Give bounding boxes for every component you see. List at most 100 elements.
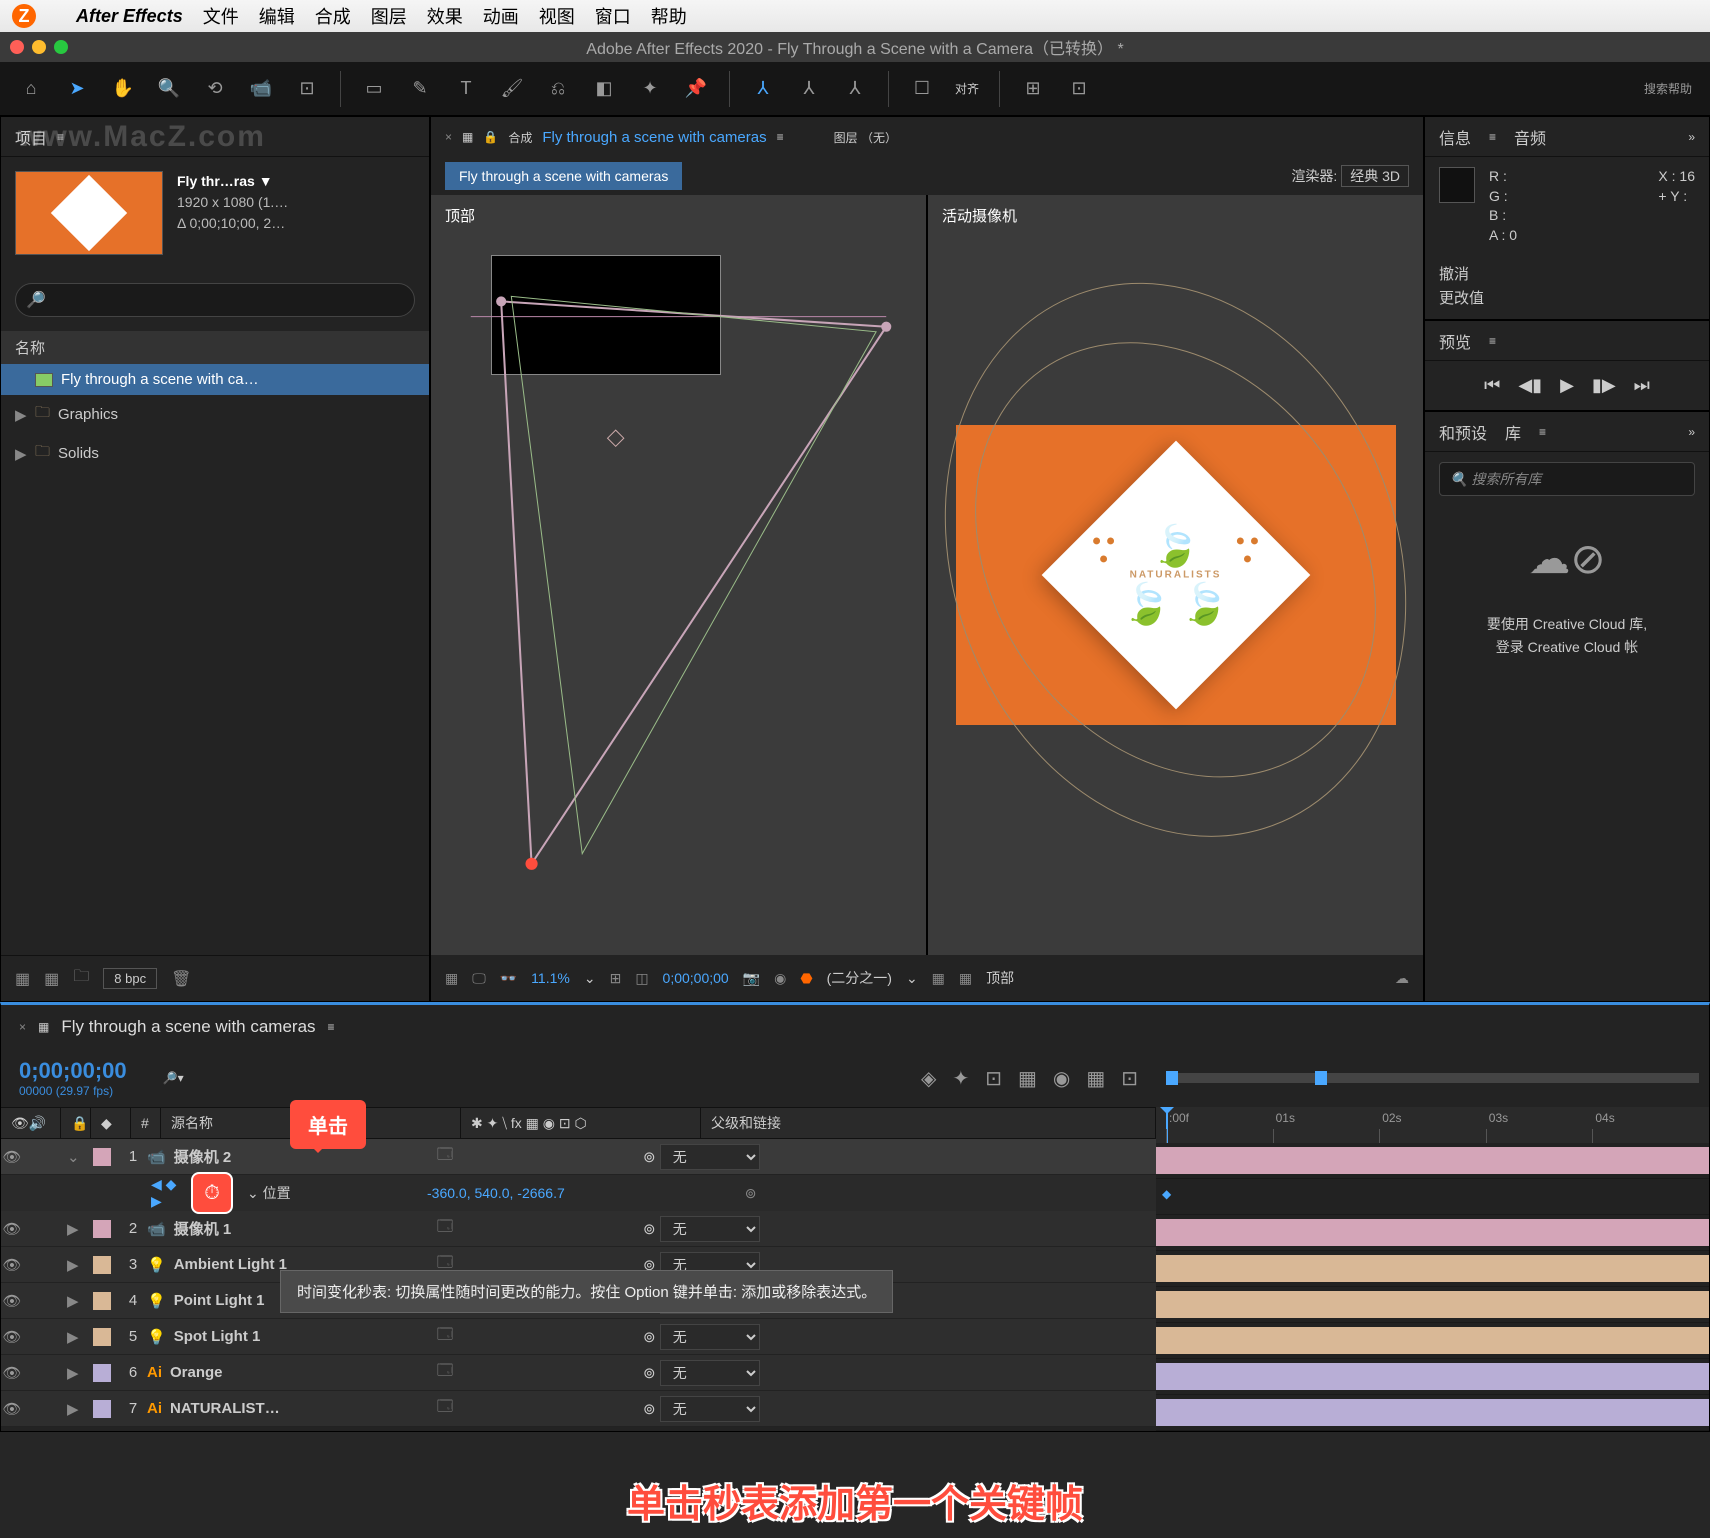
bpc-button[interactable]: 8 bpc bbox=[103, 968, 157, 989]
resolution-dropdown[interactable]: (二分之一) bbox=[827, 968, 892, 988]
layer-name[interactable]: Spot Light 1 bbox=[174, 1328, 261, 1345]
menu-file[interactable]: 文件 bbox=[203, 3, 239, 29]
pickwhip-icon[interactable]: ⊚ bbox=[643, 1329, 656, 1346]
axis-view-icon[interactable]: ⅄ bbox=[842, 76, 868, 102]
prev-frame-icon[interactable]: ◀▮ bbox=[1518, 375, 1542, 396]
visibility-toggle[interactable]: 👁 bbox=[1, 1148, 23, 1166]
minimize-window-icon[interactable] bbox=[32, 40, 46, 54]
comp-name[interactable]: Fly thr…ras ▼ bbox=[177, 171, 288, 192]
visibility-toggle[interactable]: 👁 bbox=[1, 1256, 23, 1274]
layer-bar[interactable] bbox=[1156, 1255, 1709, 1282]
panel-menu-icon[interactable]: ≡ bbox=[1489, 334, 1496, 348]
layer-bar[interactable] bbox=[1156, 1399, 1709, 1426]
layer-bar[interactable] bbox=[1156, 1147, 1709, 1174]
col-name-header[interactable]: 名称 bbox=[1, 331, 429, 364]
workspace-icon[interactable]: ⊞ bbox=[1020, 76, 1046, 102]
layer-row[interactable]: 👁⌄1📹摄像机 2🗔⊚ 无 bbox=[1, 1139, 1156, 1175]
layer-name[interactable]: Orange bbox=[170, 1364, 223, 1381]
graph-editor-icon[interactable]: ▦ bbox=[1086, 1066, 1105, 1091]
3d-glasses-icon[interactable]: 👓 bbox=[500, 970, 517, 987]
snapshot-icon[interactable]: 📷 bbox=[743, 970, 760, 987]
guides-icon[interactable]: ◫ bbox=[635, 970, 648, 987]
menu-window[interactable]: 窗口 bbox=[595, 3, 631, 29]
twirl-icon[interactable]: ▶ bbox=[67, 1364, 85, 1382]
visibility-toggle[interactable]: 👁 bbox=[1, 1364, 23, 1382]
cloud-sync-icon[interactable]: ☁ bbox=[1395, 970, 1409, 987]
axis-local-icon[interactable]: ⅄ bbox=[750, 76, 776, 102]
label-color[interactable] bbox=[93, 1292, 111, 1310]
zoom-tool-icon[interactable]: 🔍 bbox=[156, 76, 182, 102]
layer-name[interactable]: 摄像机 1 bbox=[174, 1218, 232, 1239]
transparency-icon[interactable]: ▦ bbox=[959, 970, 972, 987]
snap-icon[interactable]: ☐ bbox=[909, 76, 935, 102]
stopwatch-icon[interactable]: ⏱ bbox=[191, 1172, 233, 1214]
menu-view[interactable]: 视图 bbox=[539, 3, 575, 29]
presets-tab[interactable]: 和预设 bbox=[1439, 420, 1487, 444]
menu-edit[interactable]: 编辑 bbox=[259, 3, 295, 29]
pickwhip-icon[interactable]: ⊚ bbox=[745, 1185, 757, 1202]
pickwhip-icon[interactable]: ⊚ bbox=[643, 1221, 656, 1238]
axis-world-icon[interactable]: ⅄ bbox=[796, 76, 822, 102]
display-icon[interactable]: 🖵 bbox=[472, 970, 486, 987]
frame-blend-icon[interactable]: ▦ bbox=[1018, 1066, 1037, 1091]
eraser-tool-icon[interactable]: ◧ bbox=[591, 76, 617, 102]
layer-name[interactable]: Ambient Light 1 bbox=[174, 1256, 287, 1273]
shy-icon[interactable]: ⊡ bbox=[985, 1066, 1002, 1091]
expand-icon[interactable]: » bbox=[1688, 425, 1695, 439]
switches[interactable]: 🗔 bbox=[407, 1360, 483, 1385]
lock-column-icon[interactable]: 🔒 bbox=[71, 1115, 88, 1132]
menu-layer[interactable]: 图层 bbox=[371, 3, 407, 29]
parent-dropdown[interactable]: 无 bbox=[660, 1216, 760, 1242]
trash-icon[interactable]: 🗑 bbox=[171, 969, 191, 989]
clone-tool-icon[interactable]: ⎌ bbox=[545, 76, 571, 102]
parent-dropdown[interactable]: 无 bbox=[660, 1396, 760, 1422]
project-search[interactable]: 🔎 bbox=[15, 283, 415, 317]
new-folder-icon[interactable]: 🗀 bbox=[73, 965, 89, 992]
hand-tool-icon[interactable]: ✋ bbox=[110, 76, 136, 102]
home-icon[interactable]: ⌂ bbox=[18, 76, 44, 102]
search-help[interactable]: 搜索帮助 bbox=[1644, 80, 1692, 97]
library-search[interactable]: 🔍 搜索所有库 bbox=[1439, 462, 1695, 496]
label-color[interactable] bbox=[93, 1220, 111, 1238]
next-frame-icon[interactable]: ▮▶ bbox=[1592, 375, 1616, 396]
zoom-window-icon[interactable] bbox=[54, 40, 68, 54]
close-tab-icon[interactable]: × bbox=[445, 130, 452, 144]
parent-dropdown[interactable]: 无 bbox=[660, 1360, 760, 1386]
label-color[interactable] bbox=[93, 1328, 111, 1346]
eye-column-icon[interactable]: 👁 bbox=[11, 1115, 29, 1132]
color-mgmt-icon[interactable]: ⬣ bbox=[800, 970, 812, 987]
layer-row[interactable]: 👁▶7AiNATURALIST…🗔⊚ 无 bbox=[1, 1391, 1156, 1427]
project-item-folder[interactable]: ▶🗀 Graphics bbox=[1, 395, 429, 434]
switches[interactable]: 🗔 bbox=[407, 1324, 483, 1349]
pickwhip-icon[interactable]: ⊚ bbox=[643, 1365, 656, 1382]
switches[interactable]: 🗔 bbox=[407, 1396, 483, 1421]
audio-tab[interactable]: 音频 bbox=[1514, 125, 1546, 149]
visibility-toggle[interactable]: 👁 bbox=[1, 1328, 23, 1346]
pen-tool-icon[interactable]: ✎ bbox=[407, 76, 433, 102]
panel-menu-icon[interactable]: ≡ bbox=[1489, 130, 1496, 144]
renderer-dropdown[interactable]: 经典 3D bbox=[1341, 165, 1409, 187]
panel-menu-icon[interactable]: ≡ bbox=[328, 1020, 335, 1034]
expand-icon[interactable]: » bbox=[1688, 130, 1695, 144]
visibility-toggle[interactable]: 👁 bbox=[1, 1220, 23, 1238]
visibility-toggle[interactable]: 👁 bbox=[1, 1400, 23, 1418]
preview-tab[interactable]: 预览 bbox=[1439, 329, 1471, 353]
parent-header[interactable]: 父级和链接 bbox=[701, 1108, 1156, 1138]
project-item-comp[interactable]: Fly through a scene with ca… bbox=[1, 364, 429, 395]
info-tab[interactable]: 信息 bbox=[1439, 125, 1471, 149]
twirl-icon[interactable]: ▶ bbox=[67, 1220, 85, 1238]
interpret-icon[interactable]: ▦ bbox=[15, 969, 30, 989]
new-comp-icon[interactable]: ▦ bbox=[44, 969, 59, 989]
timeline-tab[interactable]: Fly through a scene with cameras bbox=[61, 1017, 315, 1037]
parent-dropdown[interactable]: 无 bbox=[660, 1144, 760, 1170]
channel-icon[interactable]: ◉ bbox=[774, 970, 786, 987]
layer-row[interactable]: 👁▶2📹摄像机 1🗔⊚ 无 bbox=[1, 1211, 1156, 1247]
last-frame-icon[interactable]: ⏭ bbox=[1634, 375, 1650, 396]
label-color[interactable] bbox=[93, 1400, 111, 1418]
timeline-search[interactable]: 🔎▾ bbox=[163, 1071, 184, 1085]
keyframe-icon[interactable]: ◆ bbox=[1162, 1187, 1171, 1201]
label-color[interactable] bbox=[93, 1148, 111, 1166]
viewport-active-camera[interactable]: 活动摄像机 🍃 ● ●● NATURALISTS 🍃🍃 ● ●● bbox=[928, 195, 1423, 955]
layer-bar[interactable] bbox=[1156, 1291, 1709, 1318]
viewport-top[interactable]: 顶部 bbox=[431, 195, 926, 955]
